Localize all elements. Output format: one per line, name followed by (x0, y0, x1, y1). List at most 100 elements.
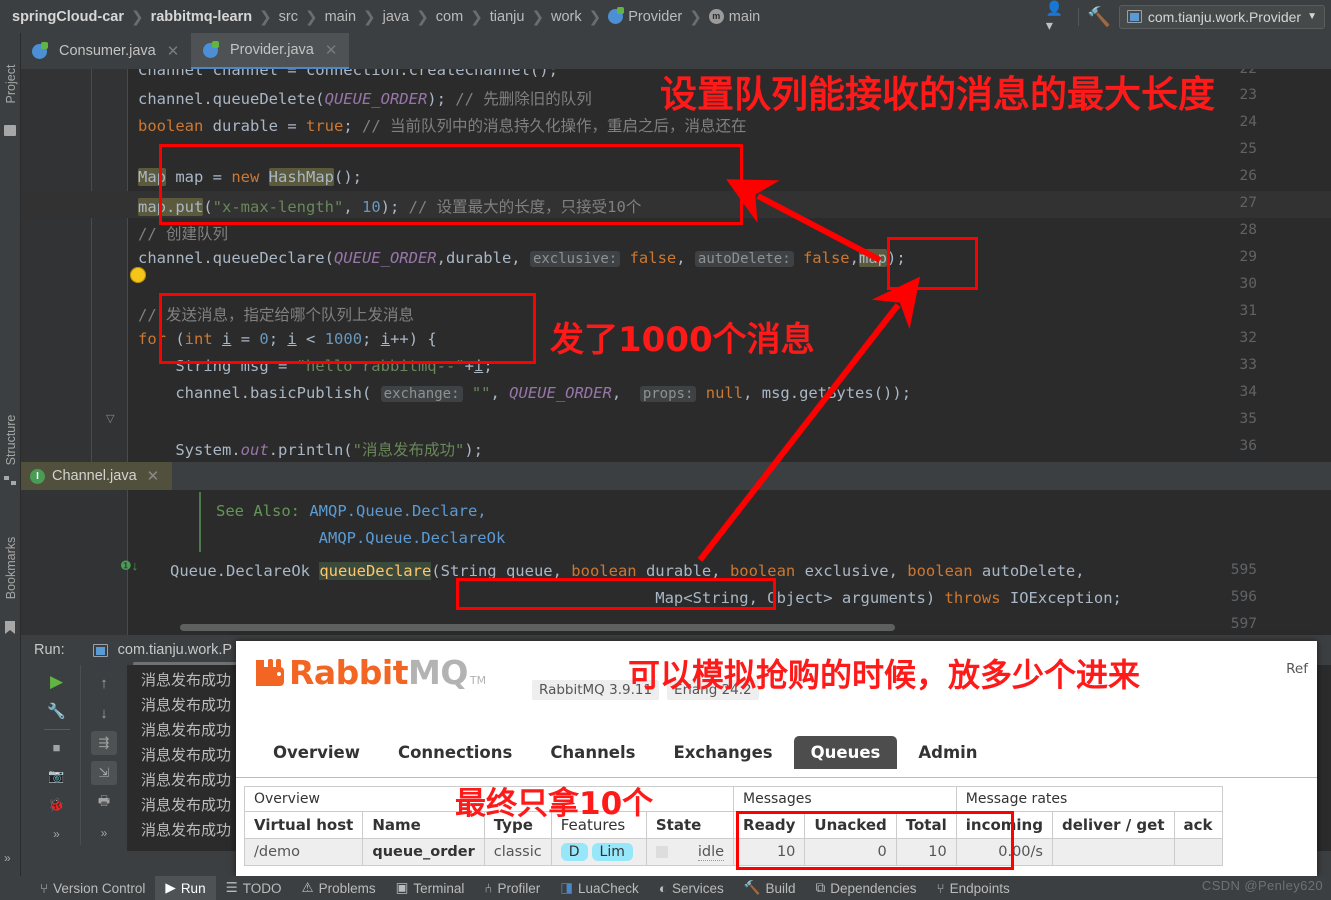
wrench-settings-icon[interactable]: 🔧 (44, 700, 70, 722)
run-config-icon (92, 643, 108, 657)
run-configuration-label: com.tianju.work.Provider (1147, 8, 1302, 25)
implementation-marker-icon[interactable]: ❶↓ (120, 558, 138, 574)
status-item-version-control[interactable]: ⑂ Version Control (30, 876, 155, 900)
breadcrumb-item-5[interactable]: com (436, 9, 463, 25)
breadcrumb-item-4[interactable]: java (383, 9, 410, 25)
expand-more-icon[interactable]: » (44, 823, 70, 845)
status-item-problems[interactable]: ⚠ Problems (291, 876, 385, 900)
queues-table: Overview Messages Message rates Virtual … (243, 786, 1223, 866)
status-item-build[interactable]: 🔨 Build (734, 876, 806, 900)
code-editor[interactable]: ▽ Channel channel = connection.createCha… (20, 69, 1331, 462)
sidebar-item-project[interactable]: Project (4, 49, 18, 119)
run-configuration-selector[interactable]: com.tianju.work.Provider ▼ (1118, 4, 1325, 29)
table-row[interactable]: /demo queue_order classic D Lim idle 10 0… (243, 838, 1223, 866)
expand-more-icon[interactable]: » (91, 821, 117, 845)
stop-icon[interactable]: ■ (44, 737, 70, 759)
breadcrumb-item-7[interactable]: work (551, 9, 582, 25)
status-item-luacheck[interactable]: ◨ LuaCheck (550, 876, 649, 900)
soft-wrap-icon[interactable]: ⇶ (91, 731, 117, 755)
bookmark-icon (4, 621, 16, 634)
status-item-run[interactable]: ▶ Run (155, 876, 216, 900)
group-header-messages: Messages (733, 786, 957, 812)
chevron-right-icon[interactable]: » (4, 851, 11, 865)
console-line: 消息发布成功 (141, 796, 232, 814)
sidebar-item-structure[interactable]: Structure (4, 405, 18, 475)
tab-overview[interactable]: Overview (256, 736, 377, 769)
code-line: channel.queueDelete(QUEUE_ORDER); // 先删除… (138, 90, 592, 108)
code-line: // 创建队列 (138, 225, 228, 243)
arrow-down-icon[interactable]: ↓ (91, 701, 117, 725)
status-item-terminal[interactable]: ▣ Terminal (386, 876, 475, 900)
status-item-todo[interactable]: ☰ TODO (216, 876, 292, 900)
line-number: 30 (1239, 276, 1257, 292)
run-icon[interactable]: ▶ (44, 671, 70, 693)
breadcrumb-item-6[interactable]: tianju (490, 9, 525, 25)
breadcrumb-item-2[interactable]: src (279, 9, 298, 25)
gutter-divider (127, 69, 128, 462)
annotation-box-map-arg (887, 237, 978, 290)
scroll-to-end-icon[interactable]: ⇲ (91, 761, 117, 785)
status-item-endpoints[interactable]: ⑂ Endpoints (927, 876, 1020, 900)
editor-horizontal-scrollbar[interactable] (180, 624, 895, 631)
breadcrumb-item-9[interactable]: m main (708, 9, 760, 25)
intention-bulb-icon[interactable] (130, 267, 146, 283)
tab-connections[interactable]: Connections (381, 736, 529, 769)
run-config-name[interactable]: com.tianju.work.P (118, 642, 232, 658)
annotation-text-only-ten: 最终只拿10个 (455, 786, 654, 822)
toolbar-right: 👤▾ 🔨 com.tianju.work.Provider ▼ (1046, 0, 1325, 33)
tab-exchanges[interactable]: Exchanges (656, 736, 789, 769)
camera-screenshot-icon[interactable]: 📷 (44, 765, 70, 787)
close-icon[interactable]: ✕ (167, 42, 180, 60)
line-number: 23 (1239, 87, 1257, 103)
cell-ack (1173, 838, 1223, 866)
tab-queues[interactable]: Queues (793, 736, 898, 769)
channel-source-pane[interactable]: ❶↓ See Also: AMQP.Queue.Declare, AMQP.Qu… (20, 490, 1331, 635)
breadcrumb-separator: ❯ (130, 8, 144, 26)
cell-type: classic (483, 838, 552, 866)
editor-tab-provider[interactable]: Provider.java ✕ (191, 33, 350, 69)
refresh-label[interactable]: Ref (1286, 661, 1308, 677)
close-icon[interactable]: ✕ (325, 41, 338, 59)
breadcrumb-item-3[interactable]: main (325, 9, 356, 25)
breadcrumb-item-8[interactable]: Provider (608, 7, 682, 25)
sidebar-item-bookmarks[interactable]: Bookmarks (4, 523, 18, 613)
user-settings-icon[interactable]: 👤▾ (1046, 0, 1070, 33)
hammer-build-icon[interactable]: 🔨 (1087, 5, 1111, 29)
code-fold-icon[interactable]: ▽ (106, 412, 114, 425)
breadcrumb-separator: ❯ (588, 8, 602, 26)
print-icon[interactable]: 🖶 (91, 791, 117, 815)
channel-gutter (20, 490, 127, 635)
editor-tab-channel[interactable]: I Channel.java ✕ (20, 462, 172, 490)
java-class-icon (32, 41, 48, 59)
col-state[interactable]: State (645, 811, 735, 839)
status-item-services[interactable]: ◐ Services (649, 876, 734, 900)
console-line: 消息发布成功 (141, 771, 232, 789)
col-virtual-host[interactable]: Virtual host (243, 811, 364, 839)
line-number: 33 (1239, 357, 1257, 373)
breadcrumb: springCloud-car ❯ rabbitmq-learn ❯ src ❯… (12, 0, 760, 33)
cell-name[interactable]: queue_order (362, 838, 485, 866)
editor-tab-consumer[interactable]: Consumer.java ✕ (20, 33, 191, 69)
debug-rerun-icon[interactable]: 🐞 (44, 794, 70, 816)
status-item-profiler[interactable]: ⑃ Profiler (474, 876, 550, 900)
line-number: 35 (1239, 411, 1257, 427)
annotation-box-map-code (159, 144, 743, 225)
arrow-up-icon[interactable]: ↑ (91, 671, 117, 695)
line-number: 34 (1239, 384, 1257, 400)
cell-virtual-host: /demo (243, 838, 364, 866)
tab-channels[interactable]: Channels (533, 736, 652, 769)
close-icon[interactable]: ✕ (147, 467, 160, 485)
breadcrumb-separator: ❯ (470, 8, 483, 26)
col-ack[interactable]: ack (1173, 811, 1223, 839)
cell-state: idle (645, 838, 735, 866)
branch-icon: ⑂ (40, 880, 49, 896)
tab-admin[interactable]: Admin (901, 736, 994, 769)
breadcrumb-separator: ❯ (259, 8, 272, 26)
breadcrumb-item-0[interactable]: springCloud-car (12, 9, 124, 25)
breadcrumb-item-1[interactable]: rabbitmq-learn (151, 9, 253, 25)
status-item-dependencies[interactable]: ⧉ Dependencies (806, 876, 927, 900)
code-line: Channel channel = connection.createChann… (138, 69, 558, 79)
status-bar: ⑂ Version Control ▶ Run ☰ TODO ⚠ Problems ▣ T… (0, 876, 1331, 900)
nav-underline (236, 777, 1317, 778)
col-deliver-get[interactable]: deliver / get (1051, 811, 1175, 839)
